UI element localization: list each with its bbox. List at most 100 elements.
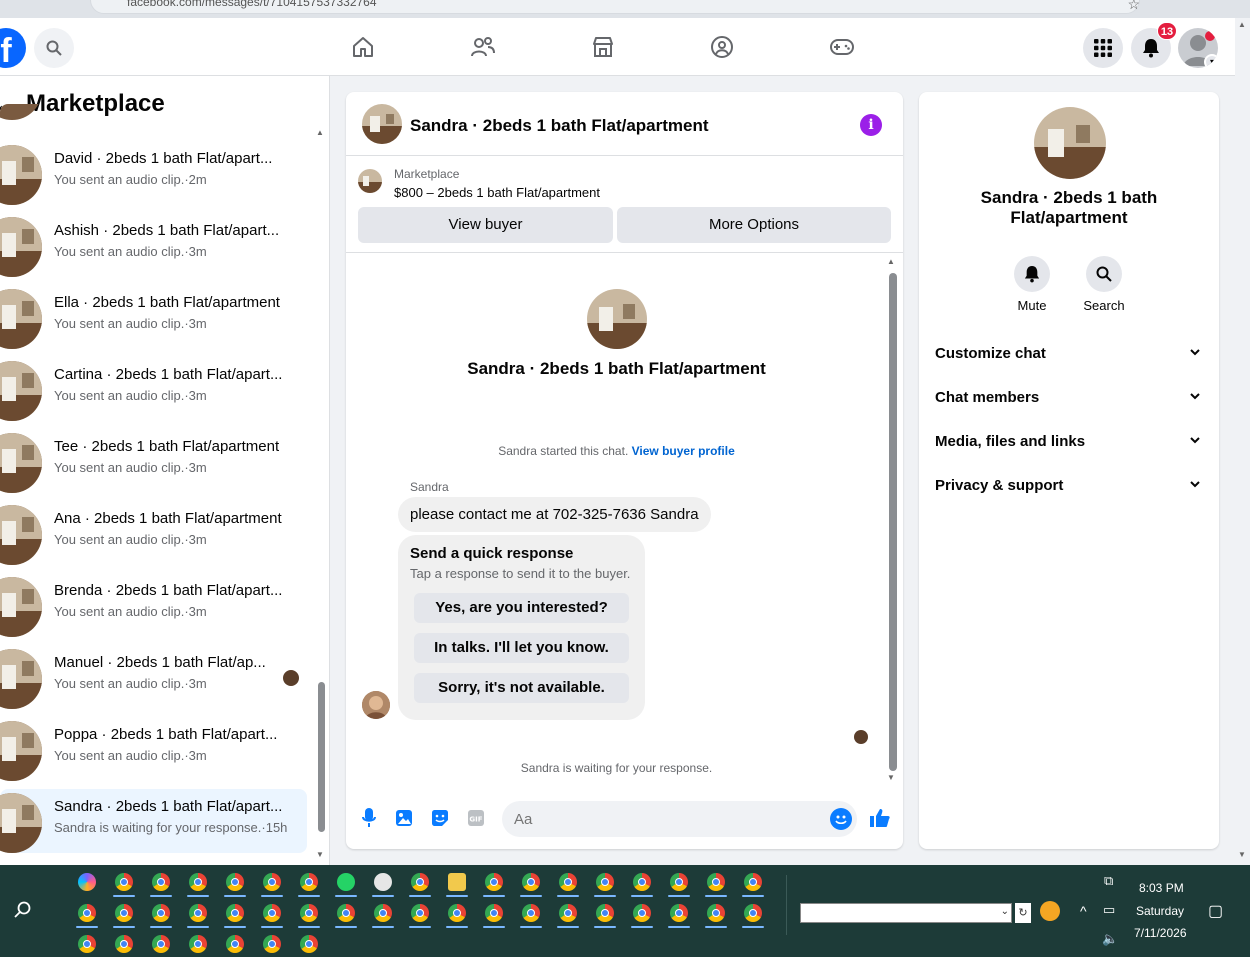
chrome-icon[interactable] xyxy=(189,873,207,891)
clock-time[interactable]: 8:03 PM xyxy=(1139,881,1184,895)
chrome-icon[interactable] xyxy=(522,873,540,891)
chrome-icon[interactable] xyxy=(115,904,133,922)
listing-price[interactable]: $800 – 2beds 1 bath Flat/apartment xyxy=(394,185,600,200)
chrome-icon[interactable] xyxy=(78,935,96,953)
chrome-icon[interactable] xyxy=(707,904,725,922)
account-avatar[interactable]: ▾ xyxy=(1178,28,1218,68)
chrome-icon[interactable] xyxy=(596,873,614,891)
volume-icon[interactable]: 🔈 xyxy=(1102,931,1118,947)
chrome-icon[interactable] xyxy=(448,904,466,922)
conversation-item[interactable]: Ashish · 2beds 1 bath Flat/apart... You s… xyxy=(0,213,307,277)
photo-icon[interactable] xyxy=(393,807,415,829)
chrome-icon[interactable] xyxy=(115,873,133,891)
message-bubble[interactable]: please contact me at 702-325-7636 Sandra xyxy=(398,497,711,532)
sidebar-scrollbar[interactable]: ▲ ▼ xyxy=(316,128,326,863)
taskbar-address-field[interactable]: ⌄ xyxy=(800,903,1012,923)
chrome-icon[interactable] xyxy=(485,873,503,891)
scroll-down-arrow-icon[interactable]: ▼ xyxy=(1238,850,1246,859)
thumbs-up-icon[interactable] xyxy=(868,807,892,829)
address-bar[interactable]: facebook.com/messages/t/7104157537332764 xyxy=(90,0,1140,14)
quick-reply-button[interactable]: Sorry, it's not available. xyxy=(414,673,629,703)
conversation-item[interactable]: Tee · 2beds 1 bath Flat/apartment You sen… xyxy=(0,429,307,493)
chrome-icon[interactable] xyxy=(300,935,318,953)
scroll-thumb[interactable] xyxy=(318,682,325,832)
chevron-up-icon[interactable]: ^ xyxy=(1080,903,1087,919)
friends-icon[interactable] xyxy=(468,32,498,62)
chrome-icon[interactable] xyxy=(670,873,688,891)
clock-day[interactable]: Saturday xyxy=(1136,904,1184,918)
chrome-icon[interactable] xyxy=(263,873,281,891)
chrome-icon[interactable] xyxy=(633,904,651,922)
scroll-up-arrow-icon[interactable]: ▲ xyxy=(316,128,324,137)
conversation-item[interactable]: Manuel · 2beds 1 bath Flat/ap... You sent… xyxy=(0,645,307,709)
file-explorer-icon[interactable] xyxy=(448,873,466,891)
sender-avatar[interactable] xyxy=(362,691,390,719)
customize-chat-row[interactable]: Customize chat xyxy=(935,336,1203,372)
chrome-icon[interactable] xyxy=(152,904,170,922)
search-button[interactable] xyxy=(34,28,74,68)
refresh-icon[interactable]: ↻ xyxy=(1015,903,1031,923)
scroll-up-arrow-icon[interactable]: ▲ xyxy=(887,257,895,266)
chat-members-row[interactable]: Chat members xyxy=(935,380,1203,416)
conversation-item[interactable]: Ella · 2beds 1 bath Flat/apartment You se… xyxy=(0,285,307,349)
page-scrollbar[interactable]: ▲ ▼ xyxy=(1235,18,1250,865)
chevron-down-icon[interactable]: ▾ xyxy=(1204,54,1218,68)
conversation-item-partial[interactable] xyxy=(0,104,307,130)
chrome-icon[interactable] xyxy=(78,904,96,922)
chrome-icon[interactable] xyxy=(374,904,392,922)
chrome-icon[interactable] xyxy=(559,873,577,891)
sticker-icon[interactable] xyxy=(429,807,451,829)
chrome-icon[interactable] xyxy=(337,904,355,922)
marketplace-icon[interactable] xyxy=(588,32,618,62)
microphone-icon[interactable] xyxy=(358,807,380,829)
gaming-icon[interactable] xyxy=(827,32,857,62)
chat-title[interactable]: Sandra · 2beds 1 bath Flat/apartment xyxy=(410,116,709,136)
chrome-icon[interactable] xyxy=(633,873,651,891)
conversation-item[interactable]: Brenda · 2beds 1 bath Flat/apart... You s… xyxy=(0,573,307,637)
whatsapp-icon[interactable] xyxy=(337,873,355,891)
conversation-item[interactable]: Poppa · 2beds 1 bath Flat/apart... You se… xyxy=(0,717,307,781)
conversation-item[interactable]: David · 2beds 1 bath Flat/apart... You se… xyxy=(0,141,307,205)
view-buyer-profile-link[interactable]: View buyer profile xyxy=(632,444,735,458)
address-bar-url[interactable]: facebook.com/messages/t/7104157537332764 xyxy=(127,0,377,9)
quick-reply-button[interactable]: In talks. I'll let you know. xyxy=(414,633,629,663)
scroll-thumb[interactable] xyxy=(889,273,897,771)
chrome-icon[interactable] xyxy=(670,904,688,922)
gif-icon[interactable]: GIF xyxy=(465,807,487,829)
chrome-icon[interactable] xyxy=(152,935,170,953)
chrome-icon[interactable] xyxy=(485,904,503,922)
scroll-up-arrow-icon[interactable]: ▲ xyxy=(1238,20,1246,29)
chrome-icon[interactable] xyxy=(226,904,244,922)
mute-action[interactable]: Mute xyxy=(1002,256,1062,313)
network-icon[interactable]: ▭ xyxy=(1103,902,1115,918)
groups-icon[interactable] xyxy=(707,32,737,62)
notifications-button[interactable]: 13 xyxy=(1131,22,1177,68)
chrome-icon[interactable] xyxy=(115,935,133,953)
view-buyer-button[interactable]: View buyer xyxy=(358,207,613,243)
taskbar-search-icon[interactable] xyxy=(14,901,32,924)
scroll-down-arrow-icon[interactable]: ▼ xyxy=(316,850,324,859)
quick-reply-button[interactable]: Yes, are you interested? xyxy=(414,593,629,623)
chrome-icon[interactable] xyxy=(744,873,762,891)
menu-button[interactable] xyxy=(1083,28,1123,68)
listing-avatar[interactable] xyxy=(362,104,402,144)
conversation-item[interactable]: Cartina · 2beds 1 bath Flat/apart... You … xyxy=(0,357,307,421)
chrome-icon[interactable] xyxy=(226,935,244,953)
clock-date[interactable]: 7/11/2026 xyxy=(1134,926,1187,940)
chrome-icon[interactable] xyxy=(152,873,170,891)
paint-icon[interactable] xyxy=(374,873,392,891)
notification-center-icon[interactable]: ▢ xyxy=(1208,901,1223,921)
chrome-icon[interactable] xyxy=(596,904,614,922)
weather-icon[interactable] xyxy=(1040,901,1060,921)
chrome-icon[interactable] xyxy=(300,904,318,922)
conversation-item[interactable]: Ana · 2beds 1 bath Flat/apartment You sen… xyxy=(0,501,307,565)
emoji-icon[interactable] xyxy=(830,808,852,830)
chevron-down-icon[interactable]: ⌄ xyxy=(1001,906,1009,917)
chrome-icon[interactable] xyxy=(189,904,207,922)
facebook-logo[interactable]: f xyxy=(0,28,26,68)
chrome-icon[interactable] xyxy=(559,904,577,922)
message-input[interactable] xyxy=(502,801,857,837)
chrome-icon[interactable] xyxy=(263,935,281,953)
copilot-icon[interactable] xyxy=(78,873,96,891)
chrome-icon[interactable] xyxy=(707,873,725,891)
